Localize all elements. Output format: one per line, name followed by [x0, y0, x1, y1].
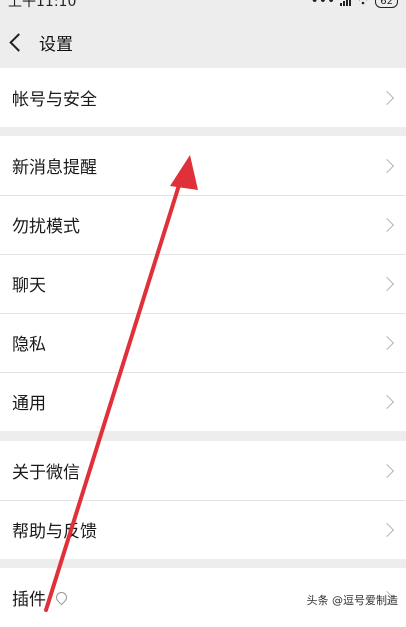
item-label: 通用: [12, 394, 46, 414]
more-dots-icon: •••: [310, 0, 336, 9]
page-title: 设置: [39, 34, 73, 55]
chevron-right-icon: [379, 463, 395, 478]
chevron-right-icon: [379, 158, 395, 173]
settings-item-do-not-disturb[interactable]: 勿扰模式: [0, 195, 406, 254]
status-time: 上午11:10: [8, 0, 77, 10]
wifi-icon: [356, 0, 370, 9]
back-icon[interactable]: [9, 32, 28, 52]
item-label: 关于微信: [12, 463, 80, 483]
group-main: 新消息提醒 勿扰模式 聊天 隐私 通用: [0, 136, 406, 431]
location-pin-icon: [53, 589, 70, 606]
settings-item-about[interactable]: 关于微信: [0, 441, 406, 500]
settings-item-account-security[interactable]: 帐号与安全: [0, 68, 406, 127]
settings-item-chat[interactable]: 聊天: [0, 254, 406, 313]
chevron-right-icon: [379, 90, 395, 105]
item-label: 帮助与反馈: [12, 522, 97, 542]
settings-item-notifications[interactable]: 新消息提醒: [0, 136, 406, 195]
item-label: 插件: [12, 590, 46, 610]
status-icons: ••• 62: [310, 0, 398, 9]
chevron-right-icon: [379, 394, 395, 409]
chevron-right-icon: [379, 276, 395, 291]
item-label: 勿扰模式: [12, 217, 80, 237]
status-bar: 上午11:10 ••• 62: [0, 0, 406, 11]
item-label: 新消息提醒: [12, 158, 97, 178]
settings-item-help-feedback[interactable]: 帮助与反馈: [0, 500, 406, 559]
settings-header: 设置: [0, 20, 406, 64]
item-label-wrap: 插件: [12, 585, 70, 610]
chevron-right-icon: [379, 217, 395, 232]
signal-icon: [340, 0, 352, 6]
settings-item-privacy[interactable]: 隐私: [0, 313, 406, 372]
watermark: 头条 @逗号爱制造: [306, 594, 399, 607]
item-label: 帐号与安全: [12, 90, 97, 110]
group-account: 帐号与安全: [0, 68, 406, 127]
battery-icon: 62: [375, 0, 398, 8]
chevron-right-icon: [379, 522, 395, 537]
group-about: 关于微信 帮助与反馈: [0, 441, 406, 559]
settings-item-general[interactable]: 通用: [0, 372, 406, 431]
item-label: 隐私: [12, 335, 46, 355]
item-label: 聊天: [12, 276, 46, 296]
chevron-right-icon: [379, 335, 395, 350]
